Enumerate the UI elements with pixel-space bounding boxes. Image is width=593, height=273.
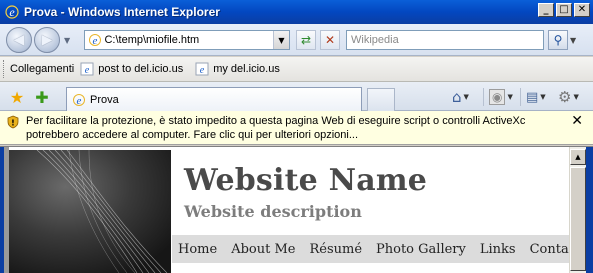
refresh-button[interactable]: ⇄ <box>296 30 316 50</box>
svg-text:e: e <box>77 95 82 107</box>
back-button[interactable]: ◀ <box>6 27 32 53</box>
tab-row: ★ ✚ e Prova ⌂ ▼ ◉ ▼ ▤ ▼ ⚙ ▼ <box>0 82 593 111</box>
link-label: post to del.icio.us <box>98 63 184 75</box>
link-post-delicious[interactable]: e post to del.icio.us <box>80 62 183 76</box>
ie-logo-icon: e <box>4 4 20 20</box>
chevron-down-icon: ▼ <box>463 93 469 101</box>
rss-feed-icon: ◉ <box>489 89 506 105</box>
information-bar[interactable]: ! Per facilitare la protezione, è stato … <box>0 111 593 145</box>
scroll-thumb[interactable] <box>570 167 586 271</box>
nav-about-me[interactable]: About Me <box>231 242 295 257</box>
address-input[interactable] <box>104 34 289 46</box>
separator <box>483 88 484 106</box>
page-icon: ▤ <box>526 89 539 105</box>
back-arrow-icon: ◀ <box>13 32 25 48</box>
tab-prova[interactable]: e Prova <box>66 87 362 111</box>
stop-icon: ✕ <box>324 33 336 47</box>
nav-contact[interactable]: Contact <box>530 242 569 257</box>
gear-icon: ⚙ <box>558 88 572 106</box>
address-dropdown-icon[interactable]: ▼ <box>273 31 289 49</box>
information-bar-message: Per facilitare la protezione, è stato im… <box>26 115 526 141</box>
new-tab-button[interactable] <box>367 88 395 111</box>
nav-links[interactable]: Links <box>480 242 516 257</box>
separator <box>520 88 521 106</box>
home-button[interactable]: ⌂ ▼ <box>452 88 469 106</box>
svg-text:e: e <box>93 35 98 47</box>
forward-button[interactable]: ▶ <box>34 27 60 53</box>
add-favorite-icon[interactable]: ✚ <box>33 88 51 107</box>
nav-home[interactable]: Home <box>178 242 217 257</box>
close-button[interactable]: ✕ <box>574 3 590 17</box>
scroll-up-button[interactable]: ▲ <box>570 149 586 165</box>
svg-text:e: e <box>85 65 90 76</box>
link-label: my del.icio.us <box>213 63 280 75</box>
header-image <box>9 150 171 273</box>
favorites-star-icon[interactable]: ★ <box>8 88 26 107</box>
stop-button[interactable]: ✕ <box>320 30 340 50</box>
minimize-button[interactable]: _ <box>538 3 554 17</box>
chevron-down-icon: ▼ <box>540 93 546 101</box>
tools-menu-button[interactable]: ⚙ ▼ <box>558 88 579 106</box>
ie-page-icon: e <box>88 32 102 48</box>
shield-warning-icon: ! <box>6 115 20 129</box>
links-label: Collegamenti <box>10 63 75 75</box>
address-toolbar: ◀ ▶ ▼ e ▼ ⇄ ✕ ⚲ ▼ <box>0 24 593 56</box>
forward-arrow-icon: ▶ <box>41 32 53 48</box>
close-icon[interactable]: ✕ <box>571 113 583 129</box>
history-dropdown-icon[interactable]: ▼ <box>64 36 70 45</box>
site-title: Website Name <box>184 163 428 198</box>
search-icon: ⚲ <box>553 33 563 47</box>
svg-text:e: e <box>9 5 15 19</box>
chevron-down-icon: ▼ <box>507 93 513 101</box>
vertical-scrollbar[interactable]: ▲ <box>569 147 586 273</box>
page-viewport: Website Name Website description Home Ab… <box>0 146 593 273</box>
site-nav: Home About Me Résumé Photo Gallery Links… <box>172 235 569 263</box>
tab-label: Prova <box>90 93 119 106</box>
refresh-icon: ⇄ <box>300 33 312 47</box>
page-menu-button[interactable]: ▤ ▼ <box>526 88 546 106</box>
ie-page-icon: e <box>195 62 209 76</box>
toolbar-grip[interactable] <box>3 60 6 78</box>
window-border <box>586 147 593 273</box>
address-bar[interactable]: e ▼ <box>84 30 290 50</box>
title-bar: e Prova - Windows Internet Explorer _ □ … <box>0 0 593 24</box>
links-toolbar: Collegamenti e post to del.icio.us e my … <box>0 57 593 82</box>
nav-resume[interactable]: Résumé <box>309 242 362 257</box>
search-box[interactable] <box>346 30 544 50</box>
maximize-button[interactable]: □ <box>556 3 572 17</box>
chevron-down-icon: ▼ <box>573 93 579 101</box>
window-title: Prova - Windows Internet Explorer <box>24 5 220 19</box>
nav-photo-gallery[interactable]: Photo Gallery <box>376 242 466 257</box>
search-input[interactable] <box>351 34 543 46</box>
svg-text:e: e <box>200 65 205 76</box>
ie-page-icon: e <box>80 62 94 76</box>
ie-page-icon: e <box>72 93 86 107</box>
feeds-button[interactable]: ◉ ▼ <box>489 88 513 106</box>
window-controls: _ □ ✕ <box>538 3 590 17</box>
search-options-dropdown-icon[interactable]: ▼ <box>570 36 576 45</box>
svg-text:!: ! <box>11 119 15 128</box>
web-page: Website Name Website description Home Ab… <box>4 147 569 273</box>
home-icon: ⌂ <box>452 88 462 106</box>
search-button[interactable]: ⚲ <box>548 30 568 50</box>
site-description: Website description <box>184 202 362 221</box>
link-my-delicious[interactable]: e my del.icio.us <box>195 62 280 76</box>
